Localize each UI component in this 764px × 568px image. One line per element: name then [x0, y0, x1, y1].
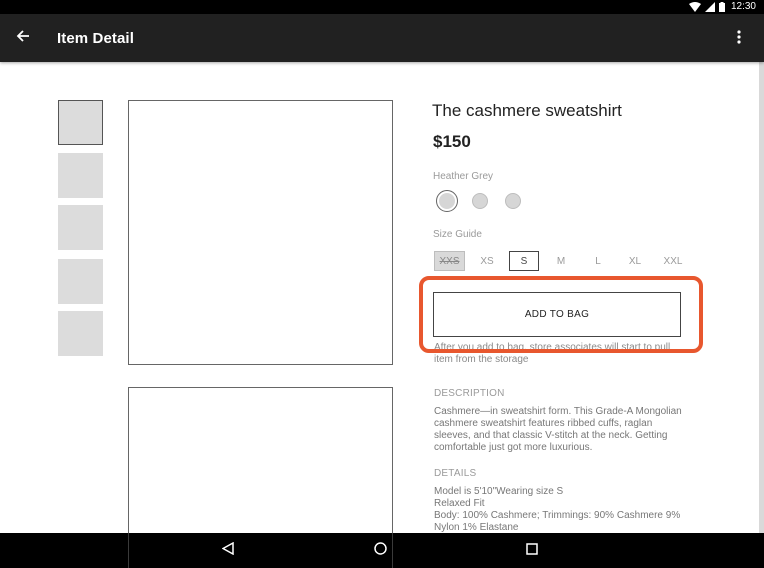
more-vert-icon: [737, 29, 741, 49]
product-title: The cashmere sweatshirt: [432, 101, 622, 120]
back-button[interactable]: [10, 26, 36, 50]
size-guide-label[interactable]: Size Guide: [433, 229, 482, 240]
description-text: Cashmere—in sweatshirt form. This Grade-…: [434, 406, 682, 453]
nav-back-button[interactable]: [218, 541, 238, 561]
signal-icon: [704, 2, 715, 12]
product-price: $150: [433, 132, 471, 151]
color-label: Heather Grey: [433, 171, 494, 182]
size-option-m[interactable]: M: [550, 251, 572, 271]
thumbnail-5[interactable]: [58, 311, 103, 356]
status-icons: 12:30: [688, 0, 756, 14]
scroll-edge: [759, 62, 764, 533]
details-list: Model is 5'10"Wearing size S Relaxed Fit…: [434, 486, 689, 534]
details-item: Body: 100% Cashmere; Trimmings: 90% Cash…: [434, 510, 681, 533]
nav-divider: [128, 533, 129, 568]
color-swatch-2[interactable]: [472, 193, 488, 209]
status-time: 12:30: [730, 1, 756, 12]
details-item: Model is 5'10"Wearing size S: [434, 486, 564, 497]
description-label: DESCRIPTION: [434, 388, 505, 399]
add-to-bag-button[interactable]: ADD TO BAG: [433, 292, 681, 337]
status-bar: 12:30: [0, 0, 764, 14]
size-option-xxs: XXS: [434, 251, 465, 271]
back-triangle-icon: [221, 541, 234, 560]
size-option-xs[interactable]: XS: [475, 251, 499, 271]
app-bar: Item Detail: [0, 14, 764, 62]
thumbnail-2[interactable]: [58, 153, 103, 198]
recents-square-icon: [526, 542, 538, 560]
nav-recents-button[interactable]: [522, 541, 542, 561]
size-option-s[interactable]: S: [509, 251, 539, 271]
nav-home-button[interactable]: [370, 541, 390, 561]
size-option-xxl[interactable]: XXL: [660, 251, 686, 271]
thumbnail-3[interactable]: [58, 205, 103, 250]
thumbnail-4[interactable]: [58, 259, 103, 304]
add-to-bag-note: After you add to bag, store associates w…: [434, 342, 671, 365]
main-product-image[interactable]: [128, 100, 393, 365]
nav-divider: [392, 533, 393, 568]
home-circle-icon: [373, 542, 387, 560]
secondary-product-image[interactable]: [128, 387, 393, 547]
size-option-xl[interactable]: XL: [624, 251, 646, 271]
page-title: Item Detail: [57, 30, 134, 47]
thumbnail-1[interactable]: [58, 100, 103, 145]
details-item: Relaxed Fit: [434, 498, 485, 509]
battery-icon: [718, 2, 725, 12]
color-swatch-heather-grey[interactable]: [436, 190, 458, 212]
arrow-left-icon: [16, 29, 30, 48]
color-swatch-3[interactable]: [505, 193, 521, 209]
wifi-icon: [688, 2, 701, 12]
size-option-l[interactable]: L: [588, 251, 608, 271]
details-label: DETAILS: [434, 468, 477, 479]
overflow-menu-button[interactable]: [728, 28, 750, 50]
